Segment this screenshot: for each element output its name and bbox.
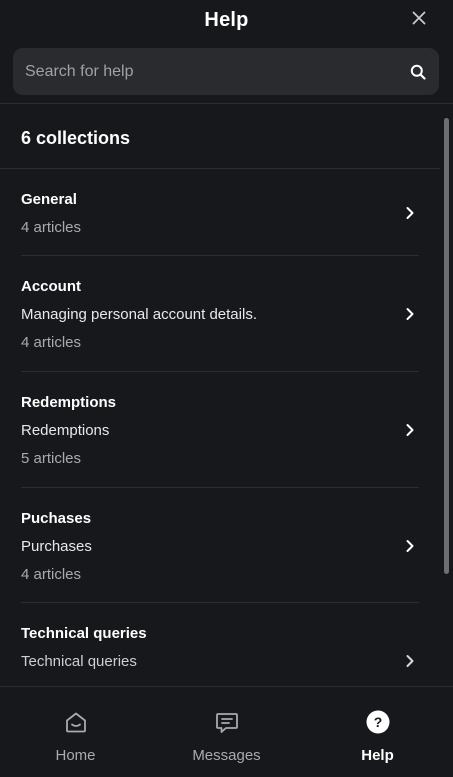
collections-count: 6 collections <box>21 128 131 148</box>
collection-name: Technical queries <box>21 625 147 642</box>
chevron-right-icon <box>406 207 414 219</box>
search-bar[interactable] <box>13 48 439 95</box>
home-icon <box>65 712 86 733</box>
collection-article-count: 4 articles <box>21 219 82 236</box>
collection-redemptions[interactable]: Redemptions Redemptions 5 articles <box>0 372 440 487</box>
chevron-right-icon <box>406 540 414 552</box>
nav-label: Messages <box>192 747 261 764</box>
chevron-right-icon <box>406 424 414 436</box>
svg-text:?: ? <box>373 714 382 730</box>
chevron-right-icon <box>406 655 414 667</box>
collection-description: Redemptions <box>21 422 110 439</box>
bottom-nav: Home Messages ? Help <box>0 686 453 777</box>
search-button[interactable] <box>409 63 427 81</box>
collection-article-count: 4 articles <box>21 334 82 351</box>
collection-description: Purchases <box>21 538 92 555</box>
close-button[interactable] <box>411 10 427 26</box>
search-input[interactable] <box>23 61 409 82</box>
collection-purchases[interactable]: Puchases Purchases 4 articles <box>0 488 440 602</box>
collection-name: General <box>21 191 77 208</box>
collection-article-count: 4 articles <box>21 566 82 583</box>
collection-general[interactable]: General 4 articles <box>0 169 440 255</box>
close-icon <box>412 11 426 25</box>
nav-messages[interactable]: Messages <box>151 687 302 777</box>
scrollbar-thumb[interactable] <box>444 118 449 574</box>
nav-label: Help <box>361 747 394 764</box>
messages-icon <box>215 713 238 733</box>
collection-description: Managing personal account details. <box>21 306 257 323</box>
nav-label: Home <box>55 747 96 764</box>
collection-technical-queries[interactable]: Technical queries Technical queries <box>0 603 440 686</box>
collection-name: Redemptions <box>21 394 117 411</box>
nav-home[interactable]: Home <box>0 687 151 777</box>
collections-list: 6 collections General 4 articles Account… <box>0 104 453 686</box>
header: Help <box>0 0 453 40</box>
chevron-right-icon <box>406 308 414 320</box>
collection-account[interactable]: Account Managing personal account detail… <box>0 256 440 371</box>
collection-name: Account <box>21 278 81 295</box>
page-title: Help <box>204 8 249 31</box>
collection-description: Technical queries <box>21 653 137 670</box>
nav-help[interactable]: ? Help <box>302 687 453 777</box>
search-icon <box>410 64 426 80</box>
collection-name: Puchases <box>21 510 92 527</box>
help-icon: ? <box>366 710 389 734</box>
collection-article-count: 5 articles <box>21 450 82 467</box>
